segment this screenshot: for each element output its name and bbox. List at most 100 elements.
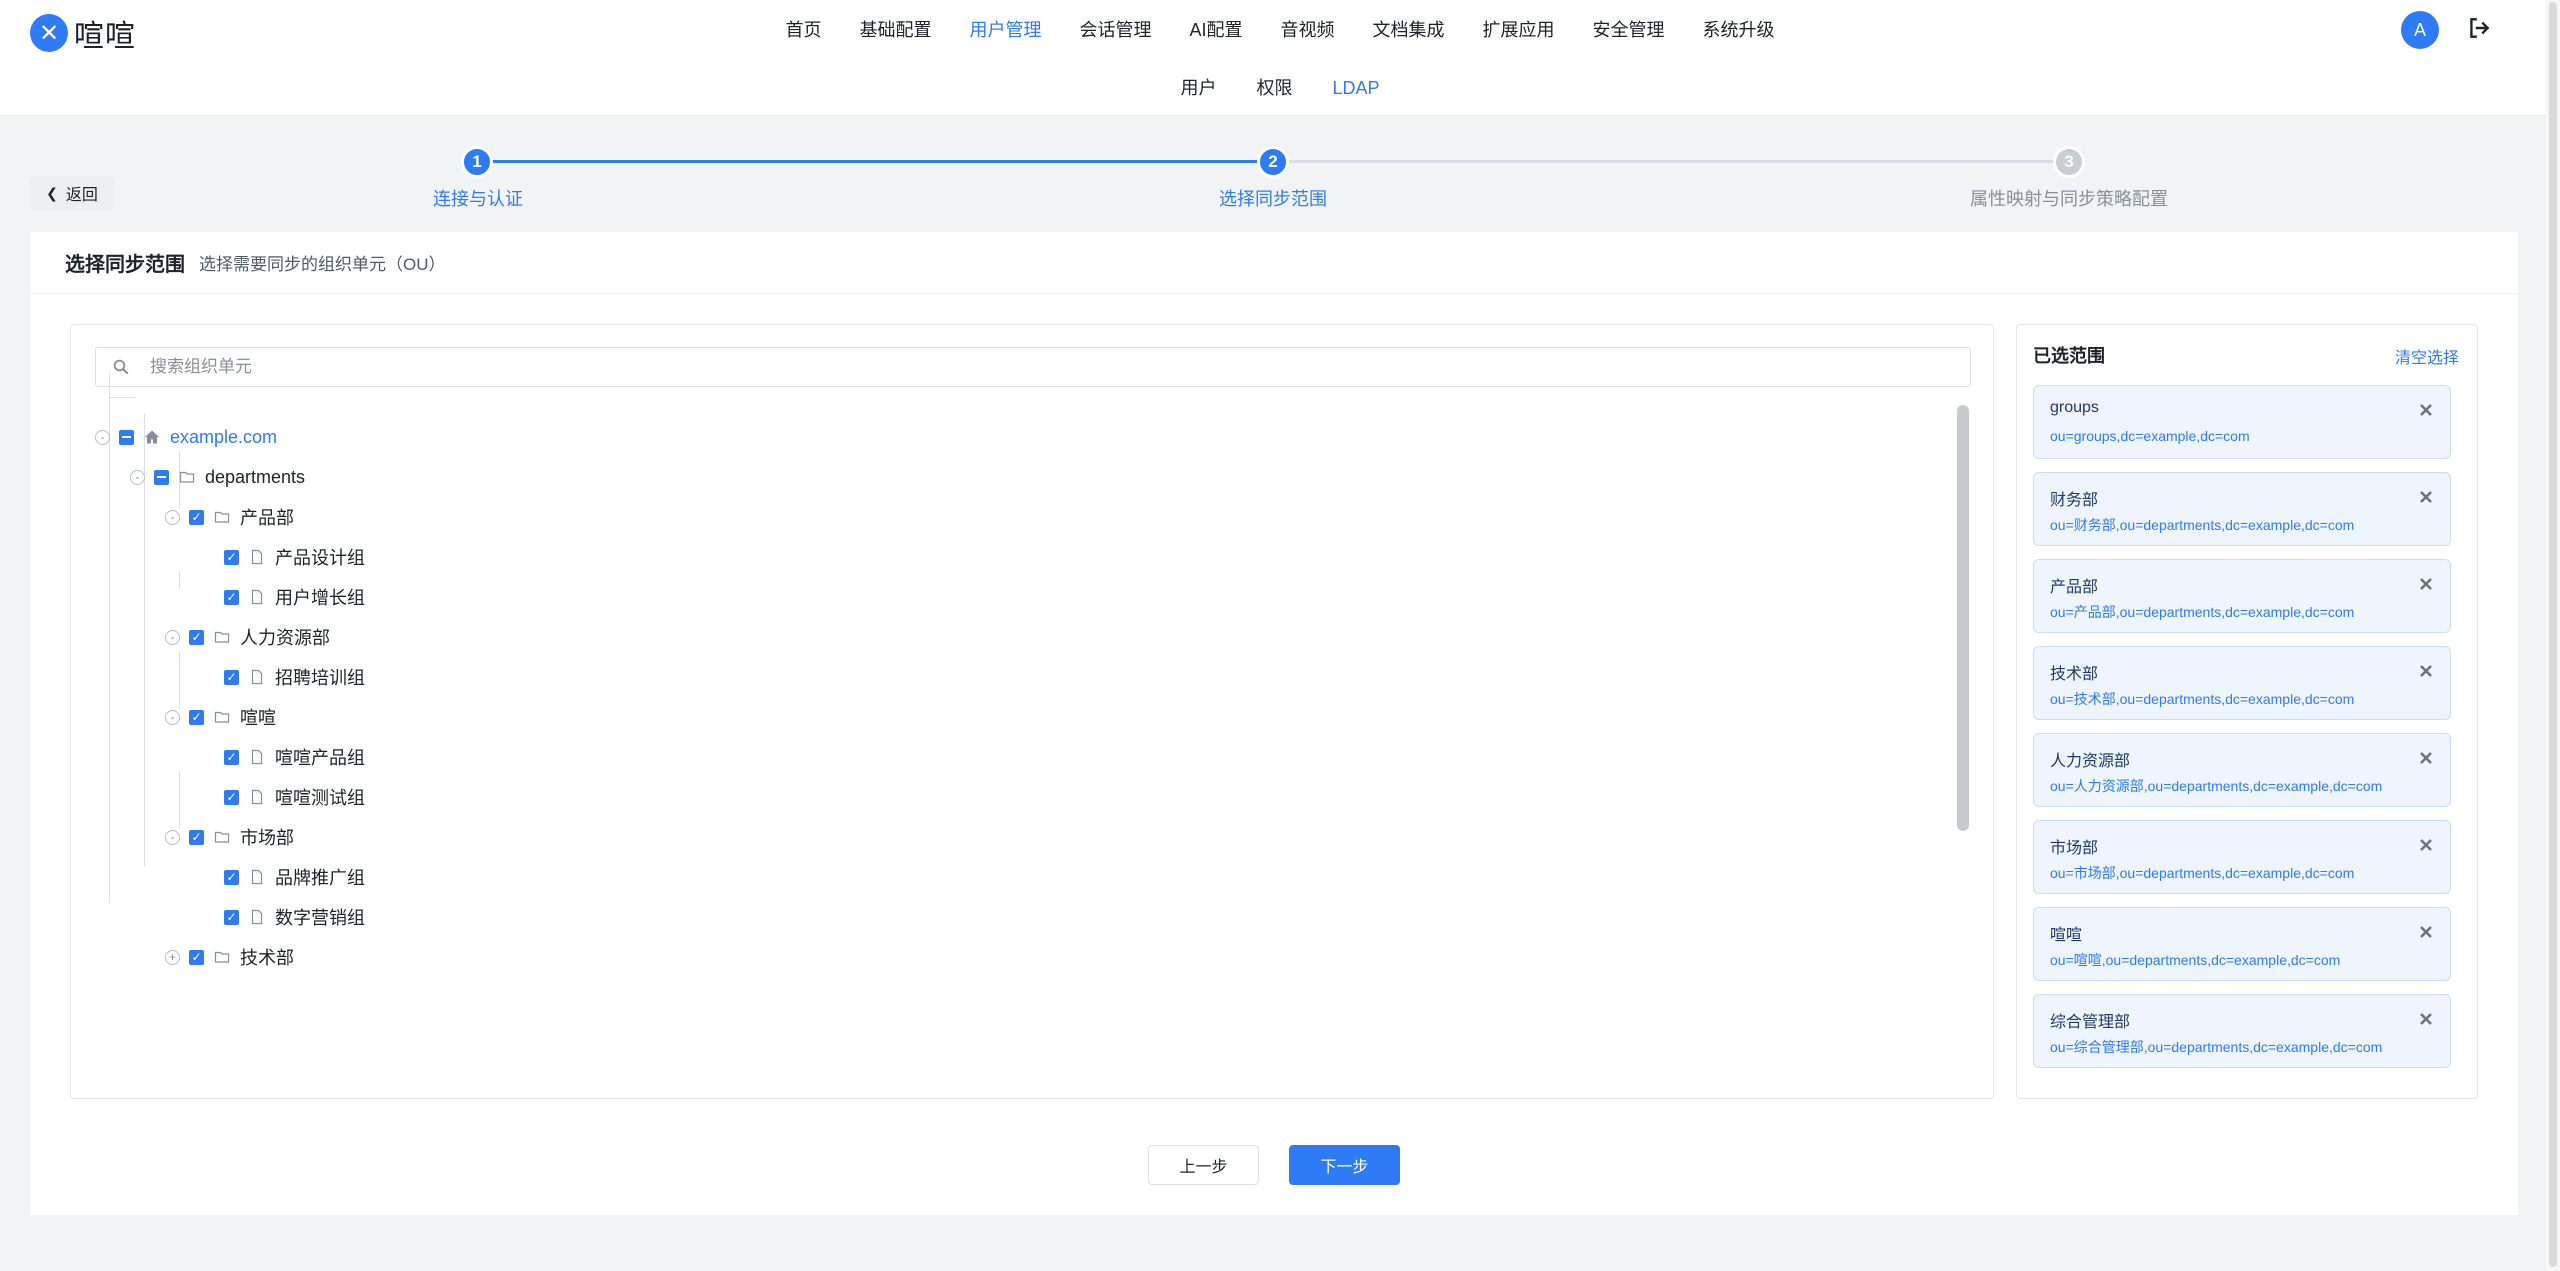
- tree-guide-line: [109, 373, 110, 903]
- checkbox-checked[interactable]: ✓: [224, 909, 239, 925]
- search-box[interactable]: [95, 347, 1971, 387]
- remove-icon[interactable]: [2418, 924, 2434, 940]
- tree-node-leaf[interactable]: ✓ 数字营销组: [224, 905, 365, 929]
- selected-item: 技术部 ou=技术部,ou=departments,dc=example,dc=…: [2033, 646, 2451, 720]
- tree-node-folder[interactable]: + ✓ 技术部: [165, 945, 294, 969]
- avatar[interactable]: A: [2401, 11, 2439, 49]
- nav-user-management[interactable]: 用户管理: [950, 18, 1060, 42]
- tree-node-folder[interactable]: - ✓ 人力资源部: [165, 625, 330, 649]
- nav-doc-integration[interactable]: 文档集成: [1354, 18, 1464, 42]
- tree-node-label: 产品部: [240, 508, 294, 528]
- nav-audio-video[interactable]: 音视频: [1262, 18, 1354, 42]
- selected-item: 人力资源部 ou=人力资源部,ou=departments,dc=example…: [2033, 733, 2451, 807]
- ou-tree-panel: - example.com - departments - ✓: [70, 324, 1994, 1099]
- sync-scope-card: 选择同步范围 选择需要同步的组织单元（OU） -: [30, 232, 2518, 1215]
- checkbox-checked[interactable]: ✓: [224, 589, 239, 605]
- checkbox-checked[interactable]: ✓: [224, 749, 239, 765]
- tree-node-leaf[interactable]: ✓ 品牌推广组: [224, 865, 365, 889]
- step-3-circle: 3: [2053, 146, 2085, 178]
- tree-node-leaf[interactable]: ✓ 产品设计组: [224, 545, 365, 569]
- tree-node-leaf[interactable]: ✓ 喧喧产品组: [224, 745, 365, 769]
- remove-icon[interactable]: [2418, 1011, 2434, 1027]
- back-label: 返回: [65, 187, 98, 204]
- tree-node-label: 人力资源部: [240, 628, 330, 648]
- nav-system-upgrade[interactable]: 系统升级: [1684, 18, 1794, 42]
- folder-icon: [214, 509, 230, 525]
- card-header: 选择同步范围 选择需要同步的组织单元（OU）: [30, 232, 2518, 294]
- selected-item-name: 产品部: [2050, 579, 2099, 596]
- selected-item-dn: ou=财务部,ou=departments,dc=example,dc=com: [2050, 517, 2355, 533]
- tree-node-folder[interactable]: - ✓ 产品部: [165, 505, 294, 529]
- checkbox-checked[interactable]: ✓: [224, 869, 239, 885]
- tree-node-folder[interactable]: - ✓ 市场部: [165, 825, 294, 849]
- back-button[interactable]: ❮ 返回: [30, 176, 114, 210]
- subnav-ldap[interactable]: LDAP: [1312, 76, 1399, 100]
- nav-extensions[interactable]: 扩展应用: [1464, 18, 1574, 42]
- selected-item-dn: ou=人力资源部,ou=departments,dc=example,dc=co…: [2050, 778, 2383, 794]
- tree-scrollbar[interactable]: [1957, 405, 1969, 831]
- search-input[interactable]: [150, 357, 1950, 377]
- logout-icon[interactable]: [2466, 15, 2492, 41]
- nav-home[interactable]: 首页: [766, 18, 840, 42]
- expand-toggle[interactable]: +: [165, 949, 180, 965]
- collapse-toggle[interactable]: -: [165, 629, 180, 645]
- tree-node-root[interactable]: - example.com: [95, 425, 277, 449]
- clear-selection-link[interactable]: 清空选择: [2395, 344, 2459, 368]
- file-icon: [249, 789, 265, 805]
- collapse-toggle[interactable]: -: [165, 829, 180, 845]
- checkbox-checked[interactable]: ✓: [189, 949, 204, 965]
- sub-nav: 用户 权限 LDAP: [0, 76, 2560, 100]
- file-icon: [249, 909, 265, 925]
- collapse-toggle[interactable]: -: [130, 469, 145, 485]
- remove-icon[interactable]: [2418, 663, 2434, 679]
- collapse-toggle[interactable]: -: [95, 429, 110, 445]
- nav-security[interactable]: 安全管理: [1574, 18, 1684, 42]
- tree-node-departments[interactable]: - departments: [130, 465, 305, 489]
- remove-icon[interactable]: [2418, 402, 2434, 418]
- checkbox-checked[interactable]: ✓: [189, 629, 204, 645]
- next-step-button[interactable]: 下一步: [1289, 1145, 1400, 1185]
- selected-scope-panel: 已选范围 清空选择 groups ou=groups,dc=example,dc…: [2016, 324, 2478, 1099]
- collapse-toggle[interactable]: -: [165, 709, 180, 725]
- file-icon: [249, 669, 265, 685]
- step-1-circle: 1: [461, 146, 493, 178]
- tree-node-label: 产品设计组: [275, 548, 365, 568]
- selected-item: 喧喧 ou=喧喧,ou=departments,dc=example,dc=co…: [2033, 907, 2451, 981]
- steps-bar: 1 连接与认证 2 选择同步范围 3 属性映射与同步策略配置: [0, 145, 2560, 215]
- nav-basic-config[interactable]: 基础配置: [840, 18, 950, 42]
- tree-node-folder[interactable]: - ✓ 喧喧: [165, 705, 276, 729]
- subnav-users[interactable]: 用户: [1160, 76, 1236, 100]
- remove-icon[interactable]: [2418, 576, 2434, 592]
- file-icon: [249, 869, 265, 885]
- selected-item-name: 人力资源部: [2050, 753, 2131, 770]
- checkbox-checked[interactable]: ✓: [224, 789, 239, 805]
- checkbox-checked[interactable]: ✓: [189, 829, 204, 845]
- checkbox-partial[interactable]: [119, 429, 134, 445]
- tree-node-leaf[interactable]: ✓ 招聘培训组: [224, 665, 365, 689]
- tree-node-label: departments: [205, 466, 306, 487]
- checkbox-partial[interactable]: [154, 469, 169, 485]
- checkbox-checked[interactable]: ✓: [224, 669, 239, 685]
- nav-session-management[interactable]: 会话管理: [1060, 18, 1170, 42]
- remove-icon[interactable]: [2418, 837, 2434, 853]
- main-nav: 首页 基础配置 用户管理 会话管理 AI配置 音视频 文档集成 扩展应用 安全管…: [0, 18, 2560, 42]
- search-icon: [113, 359, 129, 375]
- step-connector-done: [478, 160, 1273, 163]
- checkbox-checked[interactable]: ✓: [189, 709, 204, 725]
- prev-step-button[interactable]: 上一步: [1148, 1145, 1259, 1185]
- subnav-permissions[interactable]: 权限: [1236, 76, 1312, 100]
- file-icon: [249, 749, 265, 765]
- nav-ai-config[interactable]: AI配置: [1170, 18, 1261, 42]
- tree-node-label[interactable]: example.com: [170, 427, 277, 448]
- checkbox-checked[interactable]: ✓: [189, 509, 204, 525]
- selected-item-name: 喧喧: [2050, 927, 2083, 944]
- collapse-toggle[interactable]: -: [165, 509, 180, 525]
- selected-item-dn: ou=市场部,ou=departments,dc=example,dc=com: [2050, 865, 2355, 881]
- checkbox-checked[interactable]: ✓: [224, 549, 239, 565]
- selected-item-name: 财务部: [2050, 492, 2099, 509]
- remove-icon[interactable]: [2418, 489, 2434, 505]
- tree-node-leaf[interactable]: ✓ 喧喧测试组: [224, 785, 365, 809]
- remove-icon[interactable]: [2418, 750, 2434, 766]
- selected-item-dn: ou=groups,dc=example,dc=com: [2050, 428, 2250, 444]
- tree-node-leaf[interactable]: ✓ 用户增长组: [224, 585, 365, 609]
